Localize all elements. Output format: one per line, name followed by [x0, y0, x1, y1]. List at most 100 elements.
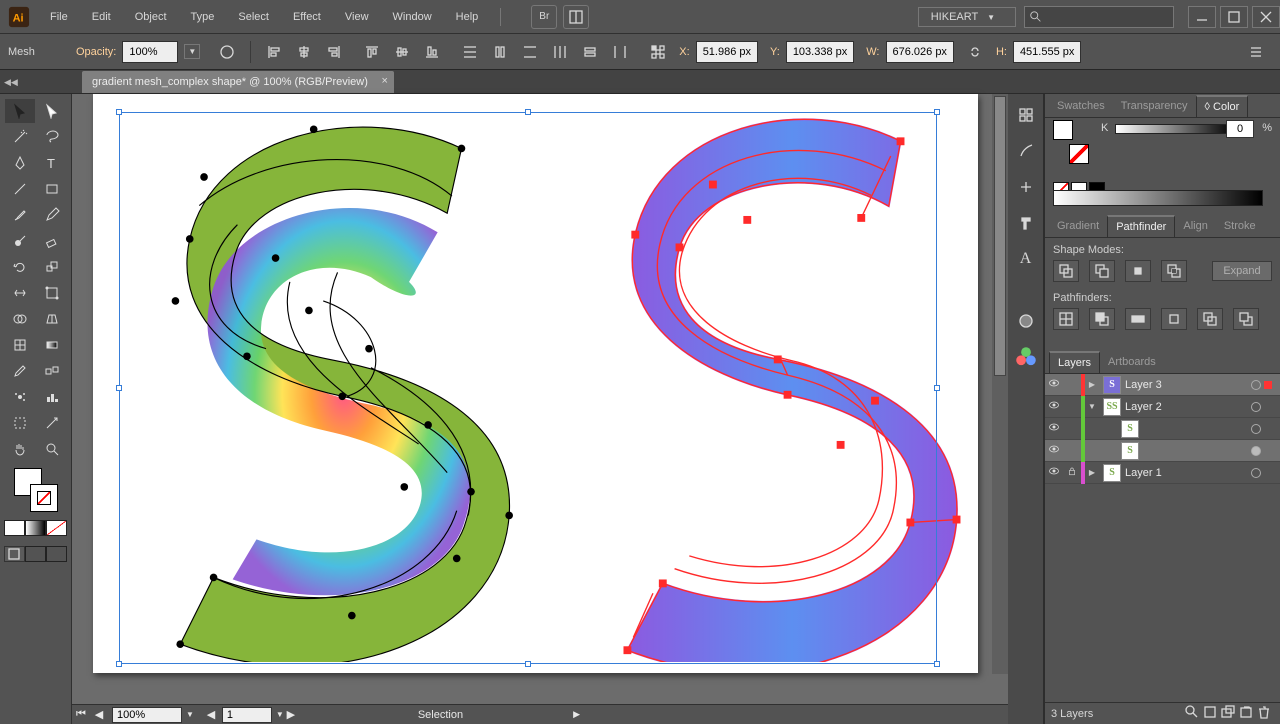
tab-color[interactable]: ◊ Color [1196, 95, 1249, 117]
layer-row[interactable]: S [1045, 418, 1280, 440]
brushes-panel-icon[interactable] [1013, 138, 1039, 164]
graphic-styles-panel-icon[interactable] [1013, 344, 1039, 370]
twirl-icon[interactable]: ▶ [1085, 468, 1099, 477]
pen-tool[interactable] [5, 151, 35, 175]
x-field[interactable]: 51.986 px [696, 41, 758, 63]
direct-selection-tool[interactable] [37, 99, 67, 123]
layer-row[interactable]: ▼SSLayer 2 [1045, 396, 1280, 418]
tab-transparency[interactable]: Transparency [1113, 96, 1196, 116]
tabbar-gripper[interactable]: ◀◀ [4, 77, 18, 88]
scale-tool[interactable] [37, 255, 67, 279]
fill-stroke-swatch[interactable] [14, 468, 58, 512]
target-icon[interactable] [1251, 468, 1261, 478]
tab-align[interactable]: Align [1175, 216, 1215, 236]
visibility-toggle[interactable] [1045, 377, 1063, 392]
target-icon[interactable] [1251, 380, 1261, 390]
layer-row[interactable]: ▶SLayer 1 [1045, 462, 1280, 484]
menu-edit[interactable]: Edit [80, 0, 123, 34]
outline-button[interactable] [1197, 308, 1223, 330]
constrain-icon[interactable] [963, 41, 987, 63]
dist-hcenter-icon[interactable] [578, 41, 602, 63]
locate-object-icon[interactable] [1184, 704, 1202, 723]
first-artboard-icon[interactable]: ⏮ [72, 708, 90, 721]
align-bottom-icon[interactable] [420, 41, 444, 63]
line-tool[interactable] [5, 177, 35, 201]
color-mode-strip[interactable] [4, 520, 68, 536]
menu-type[interactable]: Type [179, 0, 227, 34]
recolor-icon[interactable] [215, 41, 239, 63]
character-panel-icon[interactable]: A [1013, 246, 1039, 272]
symbols-panel-icon[interactable] [1013, 174, 1039, 200]
merge-button[interactable] [1125, 308, 1151, 330]
close-button[interactable] [1252, 6, 1280, 28]
w-field[interactable]: 676.026 px [886, 41, 954, 63]
canvas-area[interactable]: ⏮ ◀ 100% ▼ ◀ 1 ▼ ▶ Selection ▶ [72, 94, 1008, 724]
appearance-panel-icon[interactable] [1013, 308, 1039, 334]
layer-name[interactable]: Layer 3 [1125, 379, 1248, 391]
lock-toggle[interactable] [1063, 465, 1081, 480]
minus-front-button[interactable] [1089, 260, 1115, 282]
artboard-prev-icon[interactable]: ◀ [204, 708, 218, 721]
layer-name[interactable]: Layer 2 [1125, 401, 1248, 413]
paragraph-panel-icon[interactable] [1013, 210, 1039, 236]
dist-vcenter-icon[interactable] [488, 41, 512, 63]
menu-effect[interactable]: Effect [281, 0, 333, 34]
width-tool[interactable] [5, 281, 35, 305]
menu-file[interactable]: File [38, 0, 80, 34]
screen-mode-strip[interactable] [4, 546, 68, 562]
close-tab-icon[interactable]: × [381, 75, 387, 87]
y-field[interactable]: 103.338 px [786, 41, 854, 63]
align-right-icon[interactable] [322, 41, 346, 63]
slice-tool[interactable] [37, 411, 67, 435]
shape-builder-tool[interactable] [5, 307, 35, 331]
prev-artboard-icon[interactable]: ◀ [90, 708, 108, 721]
h-field[interactable]: 451.555 px [1013, 41, 1081, 63]
dist-right-icon[interactable] [608, 41, 632, 63]
layer-row[interactable]: ▶SLayer 3 [1045, 374, 1280, 396]
intersect-button[interactable] [1125, 260, 1151, 282]
color-value-field[interactable]: 0 [1226, 120, 1254, 138]
visibility-toggle[interactable] [1045, 443, 1063, 458]
make-clip-icon[interactable] [1202, 704, 1220, 723]
visibility-toggle[interactable] [1045, 421, 1063, 436]
selection-tool[interactable] [5, 99, 35, 123]
twirl-icon[interactable]: ▶ [1085, 380, 1099, 389]
layer-row[interactable]: S [1045, 440, 1280, 462]
search-input[interactable] [1024, 6, 1174, 28]
artboard-dropdown[interactable]: ▼ [276, 710, 284, 719]
tab-layers[interactable]: Layers [1049, 351, 1100, 373]
dist-top-icon[interactable] [458, 41, 482, 63]
tab-artboards[interactable]: Artboards [1100, 352, 1164, 372]
artboard-tool[interactable] [5, 411, 35, 435]
new-sublayer-icon[interactable] [1220, 704, 1238, 723]
magic-wand-tool[interactable] [5, 125, 35, 149]
document-tab[interactable]: gradient mesh_complex shape* @ 100% (RGB… [82, 71, 394, 93]
dist-bottom-icon[interactable] [518, 41, 542, 63]
opacity-field[interactable]: 100% [122, 41, 178, 63]
arrange-docs-button[interactable] [563, 5, 589, 29]
perspective-tool[interactable] [37, 307, 67, 331]
new-layer-icon[interactable] [1238, 704, 1256, 723]
unite-button[interactable] [1053, 260, 1079, 282]
artboard-next-icon[interactable]: ▶ [284, 708, 298, 721]
rotate-tool[interactable] [5, 255, 35, 279]
align-vcenter-icon[interactable] [390, 41, 414, 63]
delete-layer-icon[interactable] [1256, 704, 1274, 723]
twirl-icon[interactable]: ▼ [1085, 402, 1099, 411]
rectangle-tool[interactable] [37, 177, 67, 201]
symbol-sprayer-tool[interactable] [5, 385, 35, 409]
workspace-switcher[interactable]: HIKEART ▼ [918, 7, 1016, 27]
lasso-tool[interactable] [37, 125, 67, 149]
divide-button[interactable] [1053, 308, 1079, 330]
controlbar-menu-icon[interactable] [1245, 41, 1269, 63]
menu-window[interactable]: Window [381, 0, 444, 34]
exclude-button[interactable] [1161, 260, 1187, 282]
tab-swatches[interactable]: Swatches [1049, 96, 1113, 116]
bridge-button[interactable]: Br [531, 5, 557, 29]
artboard-field[interactable]: 1 [222, 707, 272, 723]
color-ramp[interactable] [1053, 190, 1263, 206]
align-panel-icon[interactable] [1013, 102, 1039, 128]
eyedropper-tool[interactable] [5, 359, 35, 383]
target-icon[interactable] [1251, 446, 1261, 456]
expand-button[interactable]: Expand [1212, 261, 1272, 281]
